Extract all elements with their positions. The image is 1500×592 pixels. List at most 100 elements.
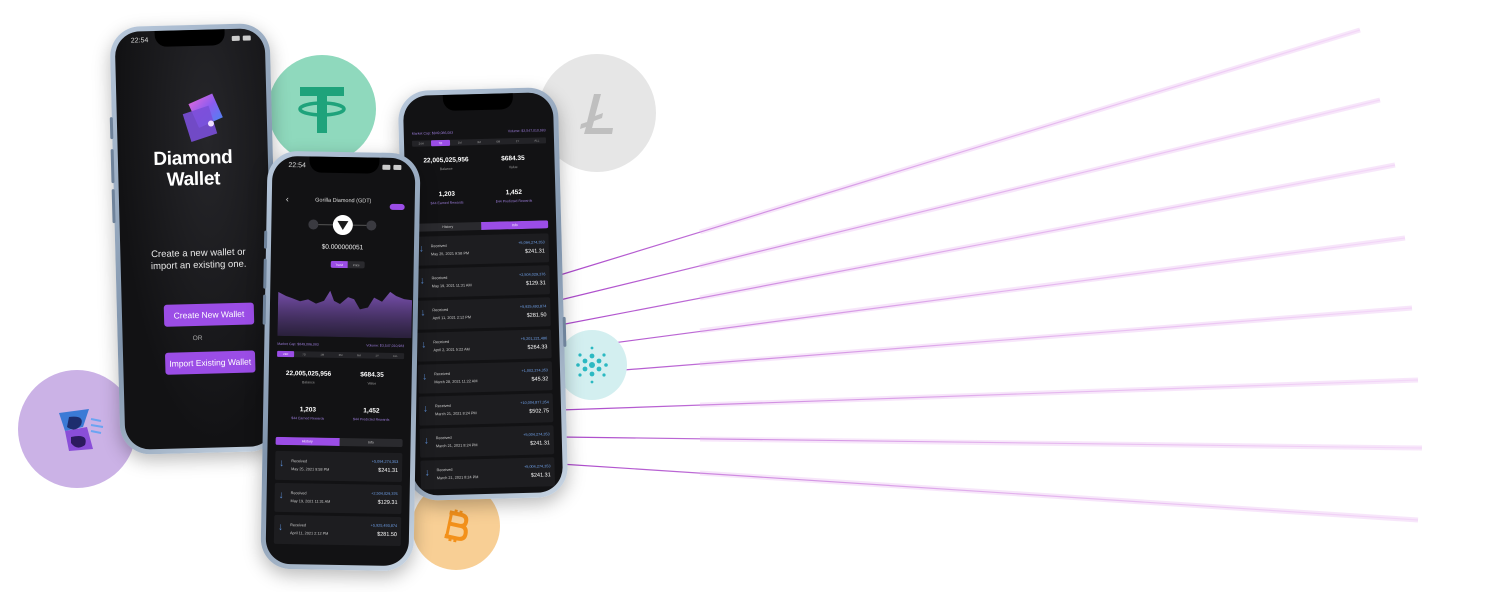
transaction-list: ↓ Received May 25, 2021 9:58 PM +5,094,274,…	[414, 233, 556, 490]
arrow-down-icon: ↓	[421, 339, 427, 351]
status-time: 22:54	[288, 162, 306, 170]
transaction-row[interactable]: ↓ Received April 2, 2021 5:22 AM +5,201,221…	[416, 329, 552, 362]
tx-amount: +5,201,221,486	[520, 336, 548, 342]
tagline-line2: import an existing one.	[150, 258, 247, 273]
tf-0[interactable]: 24H	[412, 140, 430, 146]
transaction-row[interactable]: ↓ Received May 19, 2021 11:31 AM +2,504,029…	[274, 482, 402, 515]
tx-amount: +5,925,493,874	[370, 523, 398, 529]
tx-date: May 25, 2021 9:58 PM	[430, 251, 470, 257]
tab-history[interactable]: History	[275, 436, 340, 446]
arrow-down-icon: ↓	[277, 521, 284, 534]
transaction-row[interactable]: ↓ Received March 21, 2021 8:24 PM +5,004,27…	[419, 425, 555, 458]
tx-usd: $281.50	[377, 531, 398, 539]
tx-date: March 21, 2021 8:24 PM	[435, 443, 478, 449]
tx-kind: Received	[434, 371, 450, 377]
tf-5[interactable]: 1Y	[508, 138, 526, 144]
predicted-label: $44 Predicted Rewards	[352, 417, 390, 422]
tx-kind: Received	[430, 243, 447, 249]
tf-3[interactable]: 3M	[332, 352, 349, 358]
transaction-row[interactable]: ↓ Received May 19, 2021 11:31 AM +2,504,029…	[415, 265, 551, 298]
coin-carousel[interactable]	[271, 211, 414, 239]
arrow-down-icon: ↓	[279, 457, 285, 470]
tf-3[interactable]: 3M	[470, 139, 488, 145]
transaction-row[interactable]: ↓ Received March 28, 2021 11:22 AM +1,002,2…	[417, 361, 553, 394]
tx-amount: +5,094,274,353	[518, 240, 545, 246]
tf-4[interactable]: 6M	[489, 138, 507, 144]
tx-usd: $281.50	[526, 312, 547, 319]
history-screen: Market Cap: $849,086,083 Volume: $3,547,…	[402, 92, 564, 496]
tx-amount: +2,504,029,376	[371, 491, 398, 497]
transaction-row[interactable]: ↓ Received April 11, 2021 2:12 PM +5,925,49…	[416, 297, 551, 330]
tx-amount: +5,925,493,874	[519, 304, 547, 310]
timeframe-selector: 24H 7D 1M 3M 6M 1Y ALL	[411, 137, 547, 147]
timeframe-selector: 24H 7D 1M 3M 6M 1Y ALL	[277, 350, 405, 360]
arrow-down-icon: ↓	[420, 307, 426, 319]
transaction-row[interactable]: ↓ Received March 21, 2021 8:24 PM +5,004,27…	[420, 457, 556, 490]
tf-0[interactable]: 24H	[277, 350, 295, 358]
tab-history[interactable]: History	[414, 222, 481, 232]
tx-amount: +5,094,274,353	[371, 459, 399, 465]
tab-info[interactable]: Info	[481, 220, 549, 231]
network-badge[interactable]	[389, 203, 405, 211]
tx-date: May 19, 2021 11:31 AM	[290, 499, 331, 504]
tx-date: April 2, 2021 5:22 AM	[433, 347, 470, 353]
tf-1[interactable]: 7D	[295, 351, 312, 357]
market-cap-text: Market Cap: $849,086,083	[277, 341, 319, 347]
volume-text: Volume: $3,547,010,983	[366, 343, 405, 349]
or-divider: OR	[192, 334, 203, 343]
value-value: $684.35	[501, 154, 525, 163]
tx-usd: $241.31	[529, 440, 551, 447]
arrow-down-icon: ↓	[424, 467, 430, 479]
transaction-row[interactable]: ↓ Received May 25, 2021 9:58 PM +5,094,274,…	[414, 233, 550, 266]
tf-1[interactable]: 7D	[431, 139, 450, 147]
transaction-row[interactable]: ↓ Received March 21, 2021 8:24 PM +10,004,8…	[418, 393, 554, 426]
value-value: $684.35	[360, 371, 384, 379]
tf-4[interactable]: 6M	[350, 352, 367, 358]
import-existing-wallet-button[interactable]: Import Existing Wallet	[164, 350, 256, 375]
tx-amount: +5,004,274,353	[523, 432, 550, 437]
predicted-value: 1,452	[363, 407, 380, 415]
tx-date: May 25, 2021 9:58 PM	[291, 467, 330, 472]
tether-coin	[268, 55, 376, 163]
price-chart	[277, 290, 413, 339]
create-new-wallet-button[interactable]: Create New Wallet	[163, 302, 255, 327]
welcome-screen: 22:54 Diamond Wallet Create a new wallet…	[114, 28, 276, 450]
coin-detail-screen: 22:54 ‹ Gorilla Diamond (GDT) $0.0000000…	[265, 155, 416, 567]
wallet-logo-icon	[182, 93, 223, 143]
transaction-row[interactable]: ↓ Received April 11, 2021 2:12 PM +5,925,49…	[273, 514, 402, 547]
tx-usd: $241.31	[530, 472, 551, 479]
tx-date: March 21, 2021 8:24 PM	[436, 475, 479, 481]
tx-usd: $241.31	[524, 248, 545, 255]
phone-history: Market Cap: $849,086,083 Volume: $3,547,…	[397, 86, 569, 502]
tx-date: March 21, 2021 8:24 PM	[435, 411, 477, 417]
earned-value: 1,203	[299, 406, 317, 414]
trend-price-toggle: Trend Price	[330, 260, 365, 269]
tf-6[interactable]: ALL	[528, 137, 546, 143]
transaction-row[interactable]: ↓ Received May 25, 2021 9:58 PM +5,094,274,…	[274, 450, 403, 483]
tab-info[interactable]: Info	[339, 438, 403, 447]
tf-2[interactable]: 1M	[451, 139, 469, 145]
predicted-value: 1,452	[505, 188, 523, 197]
phone-welcome: 22:54 Diamond Wallet Create a new wallet…	[109, 22, 281, 456]
transaction-list: ↓ Received May 25, 2021 9:58 PM +5,094,274,…	[273, 450, 403, 547]
tx-amount: +1,002,274,353	[521, 368, 549, 374]
value-label: Value	[367, 381, 377, 386]
arrow-down-icon: ↓	[419, 275, 425, 287]
tf-6[interactable]: ALL	[387, 353, 404, 359]
tx-date: May 19, 2021 11:31 AM	[431, 283, 472, 289]
predicted-label: $44 Predicted Rewards	[495, 198, 533, 204]
toggle-price[interactable]: Price	[348, 261, 365, 268]
brand-icon	[59, 409, 104, 451]
tf-2[interactable]: 1M	[314, 352, 331, 358]
tx-amount: +2,504,029,376	[518, 272, 546, 278]
toggle-trend[interactable]: Trend	[330, 260, 348, 269]
tx-amount: +10,004,877,354	[520, 400, 549, 406]
litecoin-icon	[580, 94, 613, 134]
tf-5[interactable]: 1Y	[368, 352, 385, 358]
tx-kind: Received	[431, 275, 448, 281]
tx-date: April 11, 2021 2:12 PM	[432, 315, 472, 321]
phone-coin-detail: 22:54 ‹ Gorilla Diamond (GDT) $0.0000000…	[260, 150, 421, 572]
tx-usd: $45.32	[531, 376, 549, 383]
earned-label: $44 Earned Rewards	[291, 416, 325, 421]
arrow-down-icon: ↓	[418, 243, 424, 255]
